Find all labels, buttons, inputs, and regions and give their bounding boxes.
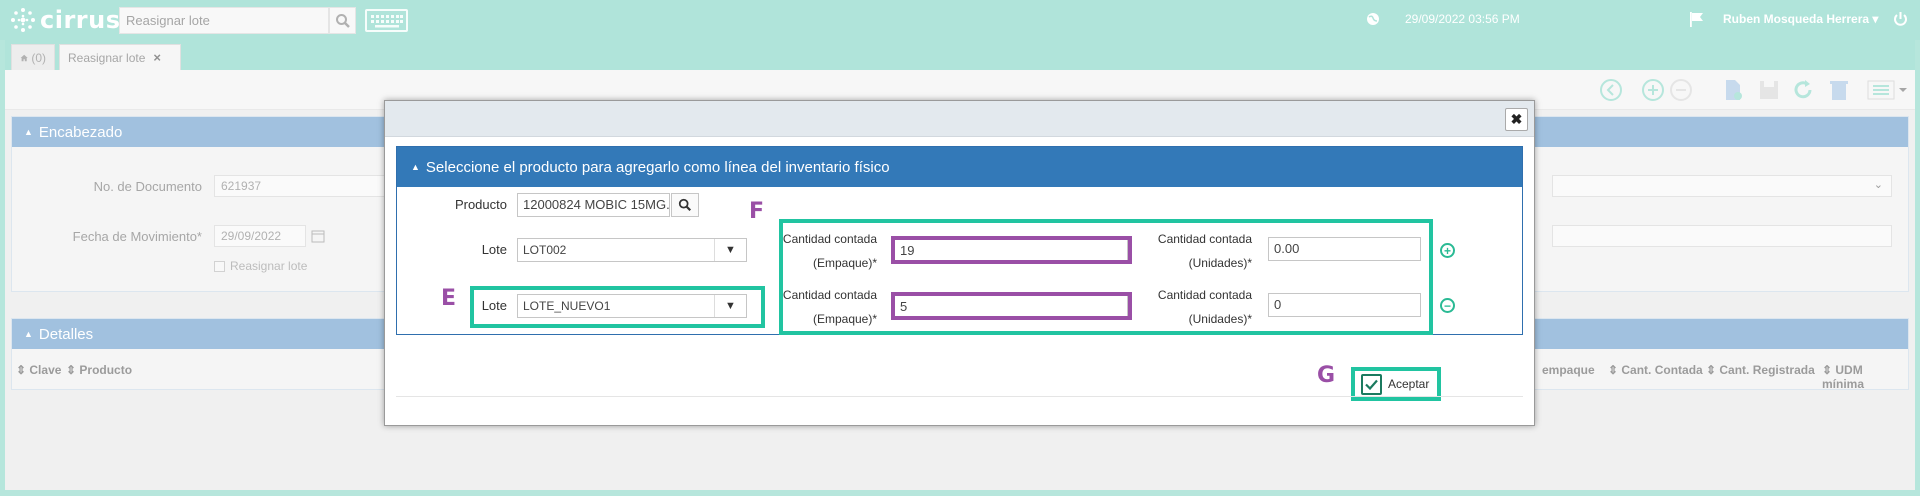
remove-line-icon[interactable]: − — [1440, 298, 1455, 313]
lote-value-1: LOT002 — [523, 243, 567, 257]
product-field[interactable]: 12000824 MOBIC 15MG.T — [517, 193, 670, 217]
close-button[interactable]: ✖ — [1505, 108, 1528, 131]
search-icon — [678, 198, 692, 212]
annotation-highlight-pack-2 — [891, 292, 1132, 320]
annotation-letter-f: F — [749, 199, 765, 224]
close-icon: ✖ — [1510, 111, 1523, 127]
product-selection-header[interactable]: ▲ Seleccione el producto para agregarlo c… — [397, 147, 1522, 187]
accept-label: Aceptar — [1388, 377, 1430, 391]
section-title: Seleccione el producto para agregarlo co… — [425, 158, 890, 176]
lote-label-1: Lote — [481, 242, 507, 257]
annotation-highlight-pack-1 — [891, 236, 1132, 264]
annotation-letter-g: G — [1317, 363, 1336, 388]
modal-header: ✖ — [385, 101, 1534, 137]
product-modal: ✖ ▲ Seleccione el producto para agregarlo… — [384, 100, 1535, 426]
caret-up-icon: ▲ — [411, 162, 420, 172]
add-line-icon[interactable]: + — [1440, 243, 1455, 258]
check-icon — [1361, 373, 1382, 395]
product-selection-panel: ▲ Seleccione el producto para agregarlo c… — [396, 146, 1523, 335]
lote-select-1[interactable]: LOT002 ▼ — [517, 238, 747, 262]
product-search-button[interactable] — [671, 193, 699, 217]
annotation-box-e — [470, 286, 765, 328]
annotation-letter-e: E — [441, 286, 457, 311]
caret-down-icon[interactable]: ▼ — [714, 239, 746, 261]
product-label: Producto — [454, 197, 507, 212]
modal-footer-divider — [396, 396, 1523, 397]
